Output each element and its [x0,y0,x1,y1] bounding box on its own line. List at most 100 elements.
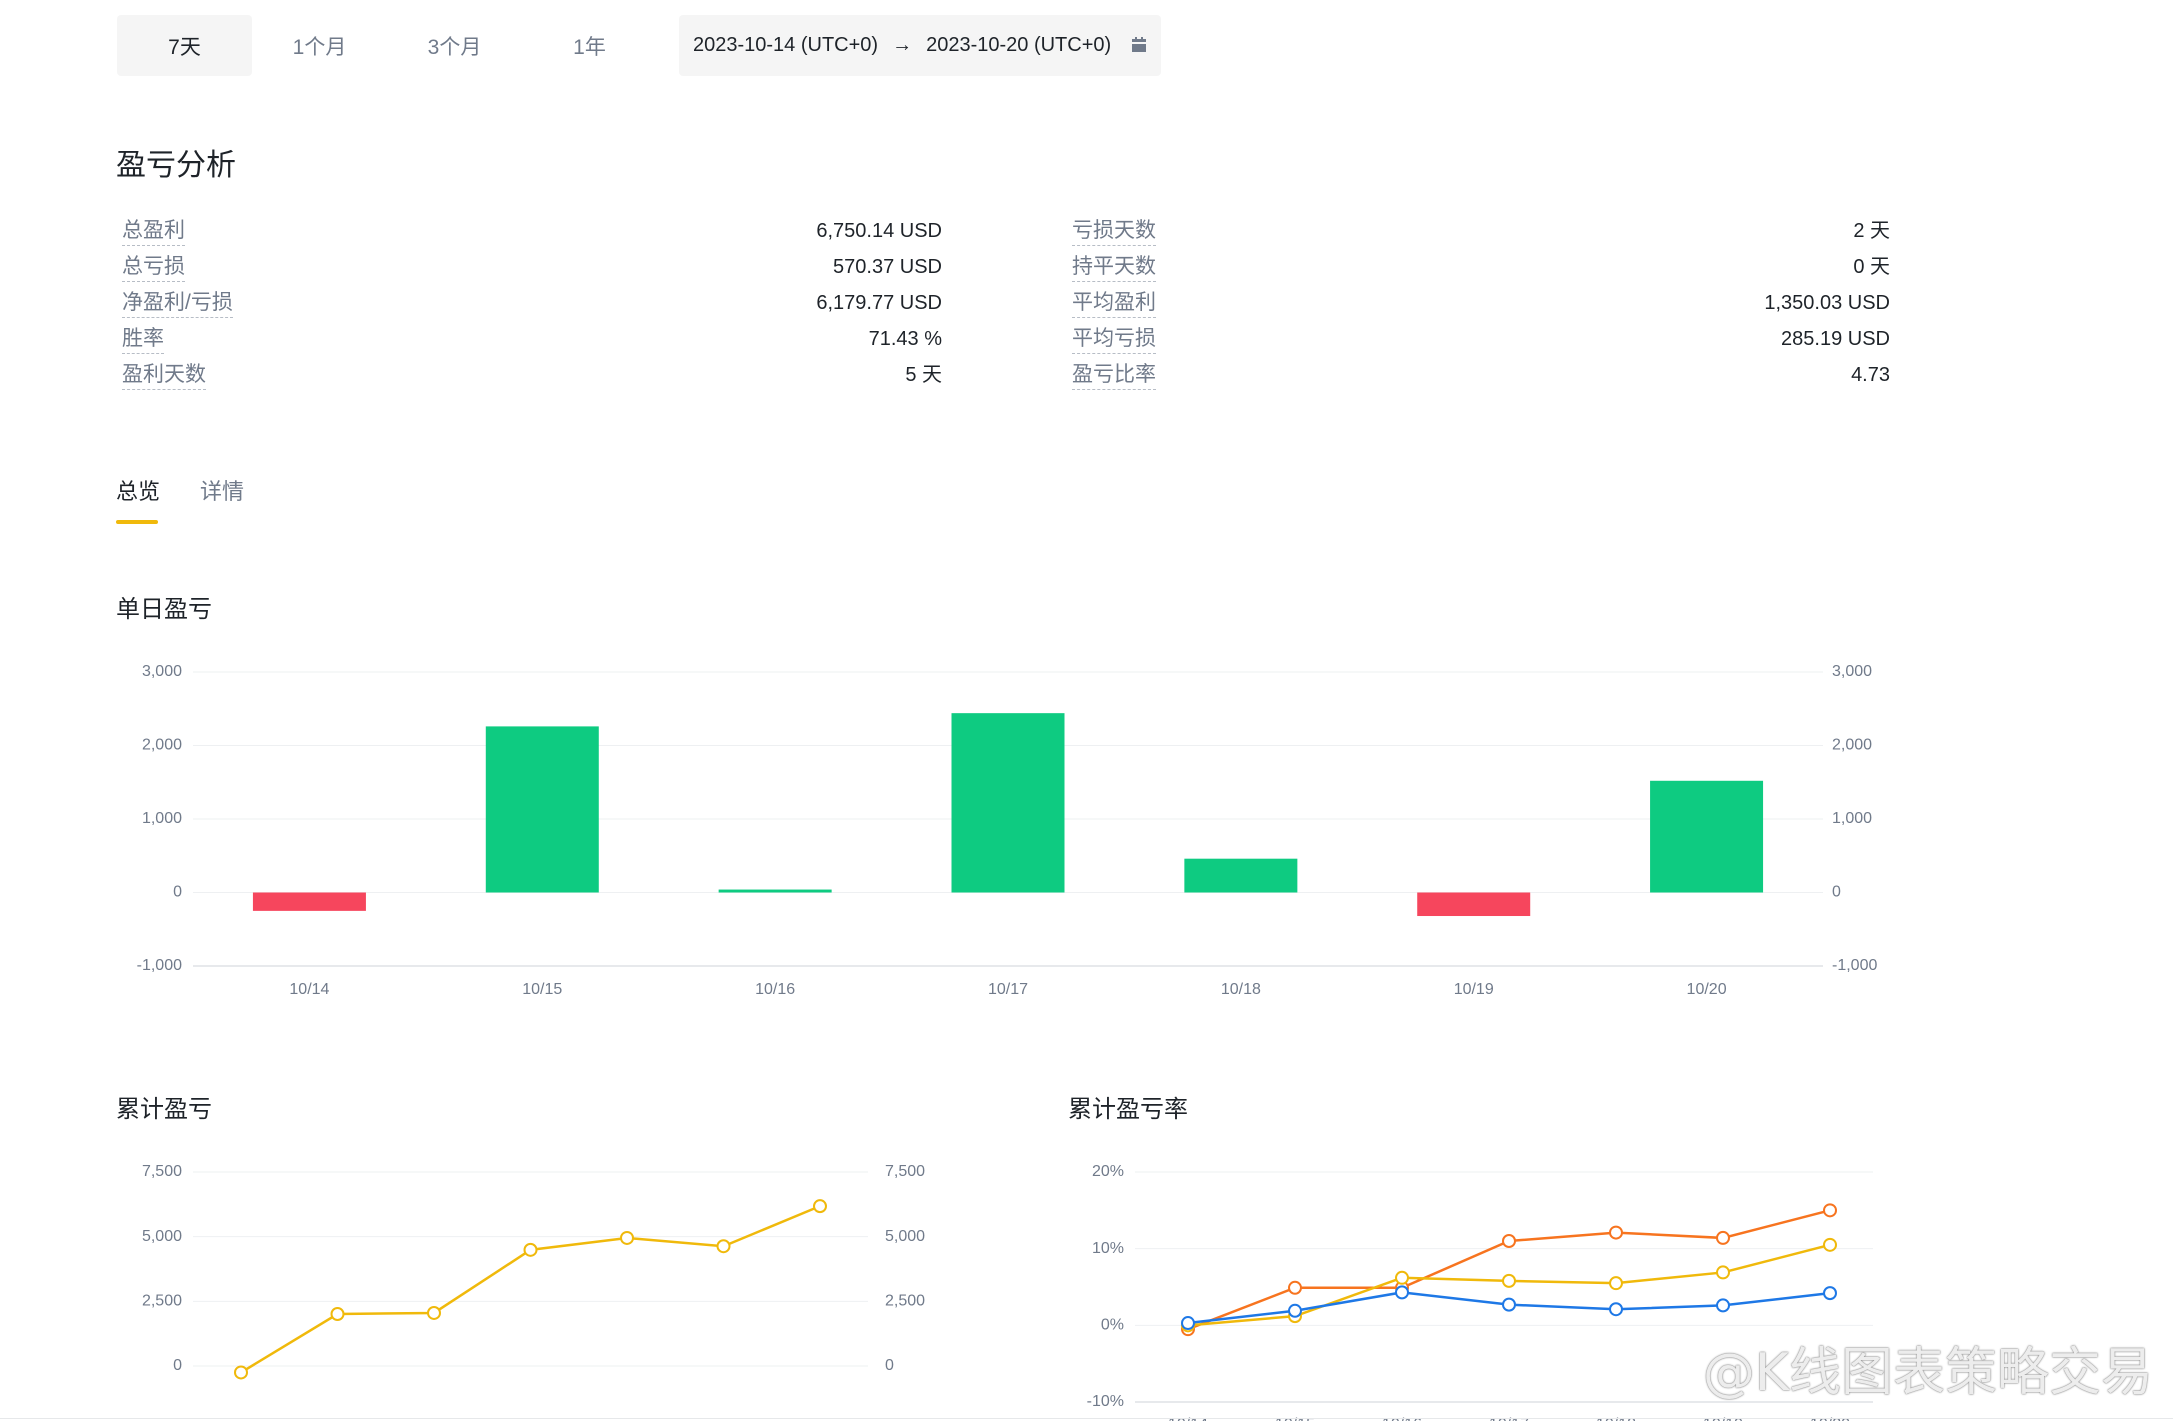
y-tick-label-left: 0 [173,884,182,901]
stat-value-right-1: 0 天 [1853,256,1890,278]
x-tick-label: 10/18 [1221,981,1261,998]
bar-10-18 [1184,858,1298,893]
tab-overview[interactable]: 总览 [116,474,160,506]
analysis-title: 盈亏分析 [116,149,236,182]
y-tick-label-right: 7,500 [885,1163,925,1180]
y-tick-label-right: 0 [1832,884,1841,901]
rate-series-point-1 [1823,1237,1837,1252]
cumulative-pnl-point [716,1239,731,1254]
period-tab-7d[interactable]: 7天 [117,15,252,76]
y-tick-label: 10% [1092,1240,1124,1257]
bar-10-16 [718,889,832,893]
rate-series-point-2 [1502,1297,1516,1312]
cumulative-pnl-point [813,1199,827,1214]
watermark: @K线图表策略交易 [1702,1343,2153,1403]
x-tick-label: 10/17 [988,981,1028,998]
stat-label-left-1[interactable]: 总亏损 [122,255,185,282]
y-tick-label-right: 5,000 [885,1228,925,1245]
date-range-arrow: → [892,34,913,56]
cumulative-pnl-line [240,1204,821,1374]
period-tab-1y[interactable]: 1年 [522,15,657,76]
stat-value-right-4: 4.73 [1851,364,1890,386]
rate-series-point-2 [1823,1286,1837,1301]
y-tick-label: -10% [1087,1393,1124,1410]
stat-label-right-3[interactable]: 平均亏损 [1072,327,1156,354]
period-tab-3m[interactable]: 3个月 [387,15,522,76]
y-tick-label-right: 1,000 [1832,810,1872,827]
y-tick-label-left: 5,000 [142,1228,182,1245]
stat-value-left-4: 5 天 [905,364,942,386]
cumulative-pnl-point [427,1305,441,1320]
daily-pnl-title: 单日盈亏 [116,596,212,623]
stat-value-right-2: 1,350.03 USD [1764,292,1890,314]
y-tick-label-right: 0 [885,1357,894,1374]
y-tick-label-left: 1,000 [142,810,182,827]
x-tick-label: 10/14 [289,981,329,998]
stat-value-left-0: 6,750.14 USD [816,220,942,242]
stat-value-right-0: 2 天 [1853,220,1890,242]
y-tick-label-right: 3,000 [1832,663,1872,680]
bar-10-19 [1417,892,1531,917]
x-tick-label: 10/19 [1454,981,1494,998]
y-tick-label-left: 2,000 [142,737,182,754]
y-tick-label-right: -1,000 [1832,957,1877,974]
cumulative-pnl-point [330,1307,345,1322]
rate-series-point-2 [1395,1285,1409,1300]
stat-label-left-3[interactable]: 胜率 [122,327,164,354]
stat-label-left-4[interactable]: 盈利天数 [122,363,206,390]
y-tick-label-left: -1,000 [137,957,182,974]
date-range-start: 2023-10-14 (UTC+0) [693,34,879,56]
date-range-picker[interactable]: 2023-10-14 (UTC+0) → 2023-10-20 (UTC+0) [679,15,1161,76]
cumulative-rate-title: 累计盈亏率 [1068,1096,1188,1123]
bar-10-20 [1650,780,1764,893]
rate-series-point-1 [1609,1276,1623,1291]
stat-value-left-3: 71.43 % [868,328,942,350]
rate-series-point-2 [1288,1303,1302,1318]
bar-10-14 [252,892,366,911]
daily-pnl-chart: 3,000 3,000 2,000 2,000 1,000 1,000 0 0 -1,000 -1… [137,663,1878,998]
rate-series-point-0 [1288,1280,1302,1295]
tab-active-indicator [116,520,158,524]
stat-label-right-2[interactable]: 平均盈利 [1072,291,1156,318]
rate-series-point-0 [1609,1225,1623,1240]
y-tick-label-right: 2,000 [1832,737,1872,754]
y-tick-label-left: 3,000 [142,663,182,680]
y-tick-label-right: 2,500 [885,1293,925,1310]
cumulative-pnl-point [523,1242,538,1257]
x-tick-label: 10/16 [755,981,795,998]
rate-series-point-2 [1609,1302,1623,1317]
rate-series-point-0 [1823,1203,1837,1218]
cumulative-pnl-chart: 7,500 7,500 5,000 5,000 2,500 2,500 0 0 [142,1163,925,1380]
rate-series-point-0 [1502,1234,1516,1248]
y-tick-label-left: 7,500 [142,1163,182,1180]
calendar-icon [1132,37,1146,52]
stat-label-right-4[interactable]: 盈亏比率 [1072,363,1156,390]
rate-series-point-0 [1716,1230,1730,1245]
y-tick-label-left: 2,500 [142,1293,182,1310]
cumulative-pnl-title: 累计盈亏 [116,1096,212,1123]
bar-10-15 [485,726,599,893]
rate-series-point-1 [1716,1265,1730,1280]
cumulative-pnl-point [620,1230,634,1245]
bar-10-17 [951,713,1065,893]
y-tick-label: 20% [1092,1163,1124,1180]
bottom-divider [0,1418,2173,1419]
date-range-end: 2023-10-20 (UTC+0) [926,34,1112,56]
rate-series-point-1 [1502,1273,1516,1288]
rate-series-point-2 [1716,1298,1730,1313]
stat-label-right-1[interactable]: 持平天数 [1072,255,1156,282]
tab-details[interactable]: 详情 [200,474,244,506]
stat-label-right-0[interactable]: 亏损天数 [1072,219,1156,246]
y-tick-label: 0% [1101,1317,1124,1334]
cumulative-pnl-point [234,1365,248,1380]
stat-value-right-3: 285.19 USD [1781,328,1890,350]
rate-series-point-2 [1181,1316,1195,1331]
x-tick-label: 10/15 [522,981,562,998]
x-tick-label: 10/20 [1687,981,1727,998]
period-tab-1m[interactable]: 1个月 [252,15,387,76]
stat-value-left-2: 6,179.77 USD [816,292,942,314]
stat-value-left-1: 570.37 USD [833,256,942,278]
rate-series-point-1 [1395,1270,1409,1285]
stat-label-left-2[interactable]: 净盈利/亏损 [122,291,233,318]
stat-label-left-0[interactable]: 总盈利 [122,219,185,246]
